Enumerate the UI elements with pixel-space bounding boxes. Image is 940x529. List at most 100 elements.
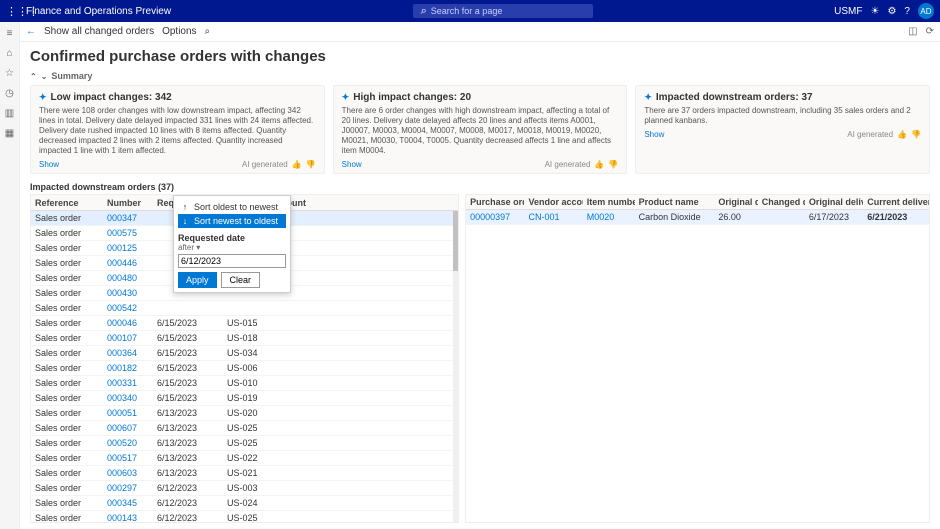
- cell-ref: Sales order: [31, 316, 103, 330]
- details-header[interactable]: Purchase order Vendor account Item numbe…: [466, 195, 929, 210]
- cell-number[interactable]: 000430: [103, 286, 153, 300]
- table-row[interactable]: Sales order0003316/15/2023US-010: [31, 376, 458, 391]
- cell-number[interactable]: 000125: [103, 241, 153, 255]
- cell-number[interactable]: 000347: [103, 211, 153, 225]
- cell-number[interactable]: 000542: [103, 301, 153, 315]
- thumbs-down-icon[interactable]: 👎: [306, 160, 316, 169]
- cell-number[interactable]: 000340: [103, 391, 153, 405]
- col-chg-qty[interactable]: Changed q...: [758, 195, 805, 209]
- cell-number[interactable]: 000446: [103, 256, 153, 270]
- cell-po[interactable]: 00000397: [466, 210, 524, 224]
- help-icon[interactable]: ?: [904, 6, 910, 17]
- search-icon[interactable]: ⌕: [205, 26, 211, 37]
- cell-number[interactable]: 000520: [103, 436, 153, 450]
- bell-icon[interactable]: ☀: [870, 6, 879, 17]
- options-link[interactable]: Options: [162, 26, 196, 37]
- attach-icon[interactable]: ◫: [908, 26, 917, 37]
- col-orig-date[interactable]: Original delivery d...: [805, 195, 863, 209]
- col-reference[interactable]: Reference: [31, 195, 103, 210]
- cell-number[interactable]: 000143: [103, 511, 153, 522]
- card-show-link[interactable]: Show: [342, 160, 362, 169]
- expand-icon[interactable]: ⌄: [41, 72, 48, 81]
- col-number[interactable]: Number: [103, 195, 153, 210]
- company-label[interactable]: USMF: [834, 6, 862, 17]
- cell-number[interactable]: 000182: [103, 361, 153, 375]
- card-show-link[interactable]: Show: [644, 130, 664, 139]
- thumbs-down-icon[interactable]: 👎: [608, 160, 618, 169]
- cell-number[interactable]: 000345: [103, 496, 153, 510]
- modules-icon[interactable]: ▦: [3, 126, 17, 140]
- table-row[interactable]: Sales order0003646/15/2023US-034: [31, 346, 458, 361]
- back-icon[interactable]: ←: [26, 26, 36, 37]
- table-row[interactable]: Sales order0001076/15/2023US-018: [31, 331, 458, 346]
- collapse-icon[interactable]: ⌃: [30, 72, 37, 81]
- card-show-link[interactable]: Show: [39, 160, 59, 169]
- pin-icon[interactable]: ▥: [3, 106, 17, 120]
- cell-number[interactable]: 000297: [103, 481, 153, 495]
- gear-icon[interactable]: ⚙: [887, 6, 896, 17]
- cell-number[interactable]: 000575: [103, 226, 153, 240]
- thumbs-down-icon[interactable]: 👎: [911, 130, 921, 139]
- table-row[interactable]: 00000397CN-001M0020Carbon Dioxide26.006/…: [466, 210, 929, 225]
- cell-number[interactable]: 000051: [103, 406, 153, 420]
- table-row[interactable]: Sales order0002976/12/2023US-003: [31, 481, 458, 496]
- cell-account: US-015: [223, 316, 333, 330]
- table-row[interactable]: Sales order0000466/15/2023US-015: [31, 316, 458, 331]
- table-row[interactable]: Sales order0001826/15/2023US-006: [31, 361, 458, 376]
- waffle-icon[interactable]: ⋮⋮⋮: [6, 5, 22, 18]
- star-icon[interactable]: ☆: [3, 66, 17, 80]
- page-title: Confirmed purchase orders with changes: [20, 42, 940, 69]
- cell-number[interactable]: 000480: [103, 271, 153, 285]
- cell-date: 6/13/2023: [153, 406, 223, 420]
- thumbs-up-icon[interactable]: 👍: [897, 130, 907, 139]
- home-icon[interactable]: ⌂: [3, 46, 17, 60]
- col-item[interactable]: Item number: [583, 195, 635, 209]
- table-row[interactable]: Sales order0005206/13/2023US-025: [31, 436, 458, 451]
- search-input[interactable]: ⌕ Search for a page: [413, 4, 593, 18]
- cell-ref: Sales order: [31, 331, 103, 345]
- cell-number[interactable]: 000603: [103, 466, 153, 480]
- hamburger-icon[interactable]: ≡: [3, 26, 17, 40]
- table-row[interactable]: Sales order0003456/12/2023US-024: [31, 496, 458, 511]
- cell-number[interactable]: 000107: [103, 331, 153, 345]
- cell-number[interactable]: 000607: [103, 421, 153, 435]
- thumbs-up-icon[interactable]: 👍: [594, 160, 604, 169]
- scrollbar[interactable]: [453, 211, 458, 522]
- cell-od: 6/17/2023: [805, 210, 863, 224]
- cell-ref: Sales order: [31, 511, 103, 522]
- filter-date-input[interactable]: [178, 254, 286, 268]
- col-vendor[interactable]: Vendor account: [524, 195, 582, 209]
- clear-button[interactable]: Clear: [221, 272, 261, 288]
- sort-asc[interactable]: ↑Sort oldest to newest: [178, 200, 286, 214]
- cell-date: 6/15/2023: [153, 331, 223, 345]
- scrollbar-thumb[interactable]: [453, 211, 458, 271]
- table-row[interactable]: Sales order0006036/13/2023US-021: [31, 466, 458, 481]
- col-product[interactable]: Product name: [635, 195, 715, 209]
- refresh-icon[interactable]: ⟳: [926, 26, 934, 37]
- table-row[interactable]: Sales order0000516/13/2023US-020: [31, 406, 458, 421]
- show-all-link[interactable]: Show all changed orders: [44, 26, 154, 37]
- cell-vendor[interactable]: CN-001: [524, 210, 582, 224]
- avatar[interactable]: AD: [918, 3, 934, 19]
- apply-button[interactable]: Apply: [178, 272, 217, 288]
- details-body[interactable]: 00000397CN-001M0020Carbon Dioxide26.006/…: [466, 210, 929, 521]
- table-row[interactable]: Sales order0003406/15/2023US-019: [31, 391, 458, 406]
- cell-ref: Sales order: [31, 466, 103, 480]
- clock-icon[interactable]: ◷: [3, 86, 17, 100]
- table-row[interactable]: Sales order0006076/13/2023US-025: [31, 421, 458, 436]
- cell-account: US-034: [223, 346, 333, 360]
- sort-desc[interactable]: ↓Sort newest to oldest: [178, 214, 286, 228]
- cell-number[interactable]: 000517: [103, 451, 153, 465]
- table-row[interactable]: Sales order0005176/13/2023US-022: [31, 451, 458, 466]
- col-po[interactable]: Purchase order: [466, 195, 524, 209]
- cell-number[interactable]: 000364: [103, 346, 153, 360]
- thumbs-up-icon[interactable]: 👍: [292, 160, 302, 169]
- col-orig-qty[interactable]: Original q...: [714, 195, 757, 209]
- cell-number[interactable]: 000331: [103, 376, 153, 390]
- cell-item[interactable]: M0020: [583, 210, 635, 224]
- cell-number[interactable]: 000046: [103, 316, 153, 330]
- table-row[interactable]: Sales order000542: [31, 301, 458, 316]
- col-curr-date[interactable]: Current delivery date: [863, 195, 929, 209]
- chevron-down-icon[interactable]: ▾: [196, 243, 200, 252]
- table-row[interactable]: Sales order0001436/12/2023US-025: [31, 511, 458, 522]
